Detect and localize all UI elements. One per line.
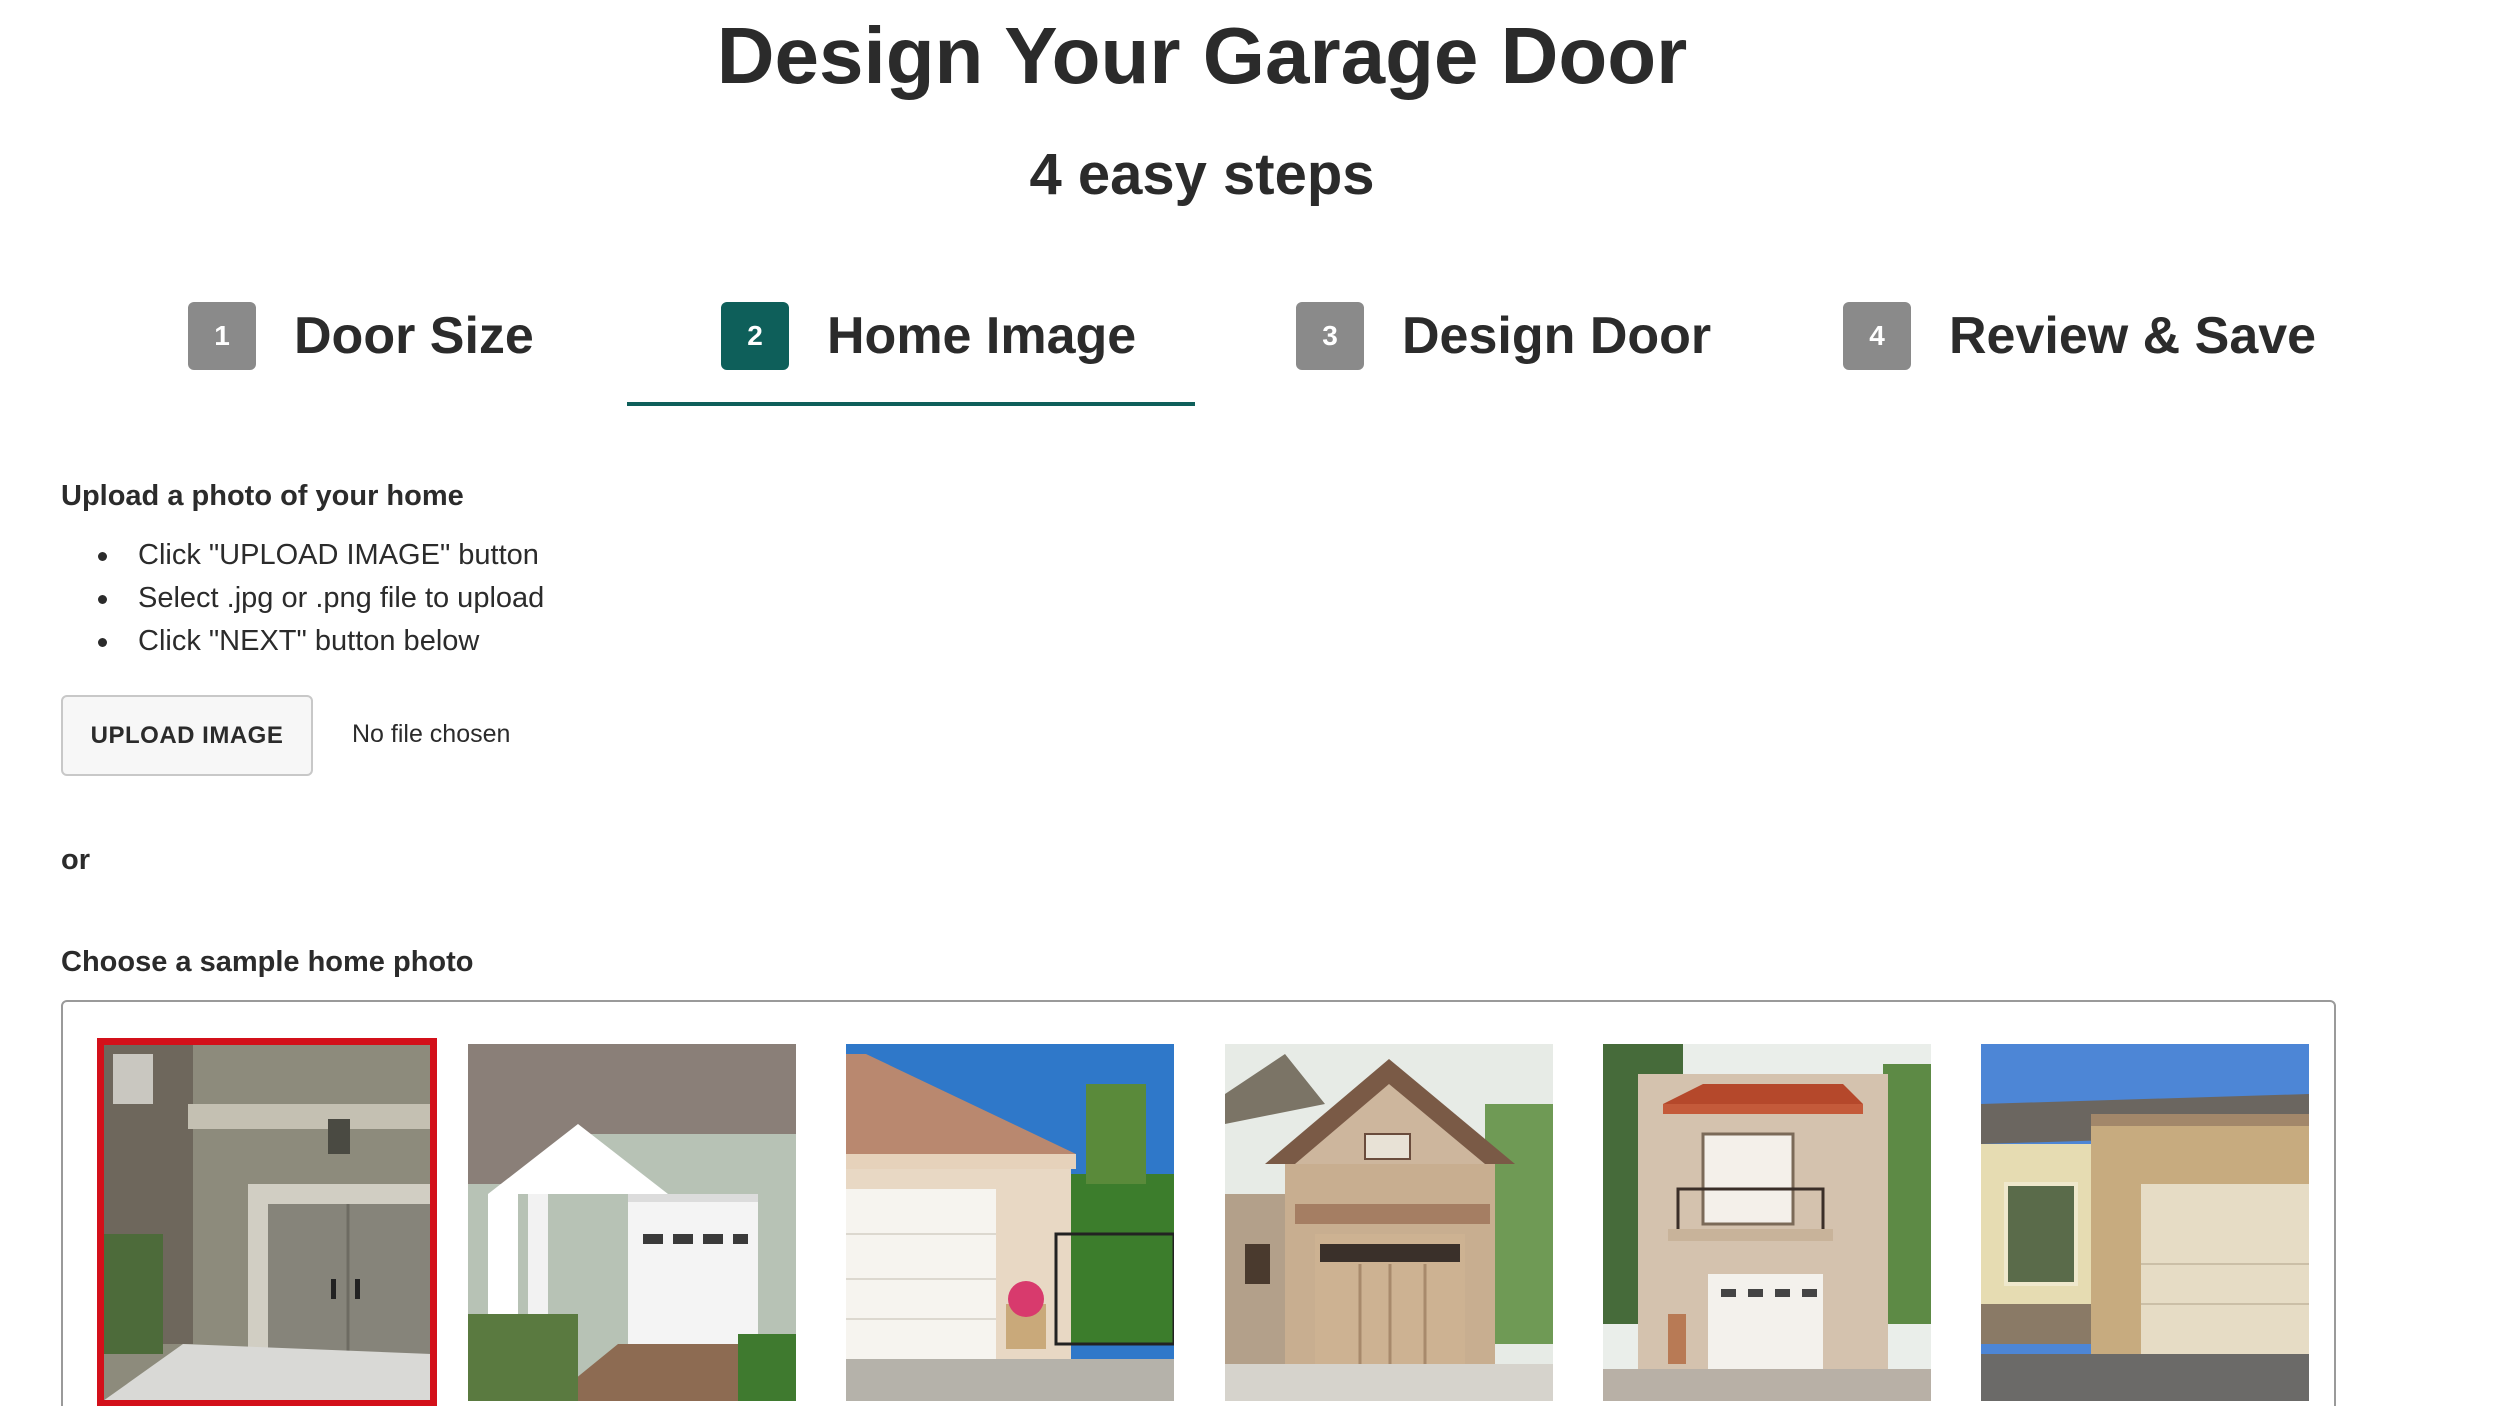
sample-photo-1[interactable] xyxy=(97,1038,437,1406)
upload-heading: Upload a photo of your home xyxy=(61,480,464,512)
house-image-icon xyxy=(1225,1044,1553,1401)
step-label: Review & Save xyxy=(1949,307,2317,365)
house-image-icon xyxy=(468,1044,796,1401)
house-image-icon xyxy=(1981,1044,2309,1401)
sample-photo-4[interactable] xyxy=(1225,1044,1553,1401)
house-image-icon xyxy=(103,1044,431,1401)
upload-image-button[interactable]: UPLOAD IMAGE xyxy=(61,695,313,776)
step-label: Home Image xyxy=(827,307,1137,365)
tab-review-save[interactable]: 4 Review & Save xyxy=(1843,290,2316,410)
step-number-badge: 3 xyxy=(1296,302,1364,370)
tab-home-image[interactable]: 2 Home Image xyxy=(721,290,1136,410)
step-number-badge: 4 xyxy=(1843,302,1911,370)
or-separator: or xyxy=(61,844,90,876)
sample-heading: Choose a sample home photo xyxy=(61,946,474,978)
step-label: Design Door xyxy=(1402,307,1712,365)
step-number-badge: 2 xyxy=(721,302,789,370)
upload-instructions: Click "UPLOAD IMAGE" button Select .jpg … xyxy=(98,534,544,663)
sample-photo-6[interactable] xyxy=(1981,1044,2309,1401)
sample-photo-3[interactable] xyxy=(846,1044,1174,1401)
instruction-item: Select .jpg or .png file to upload xyxy=(98,577,544,620)
instruction-item: Click "UPLOAD IMAGE" button xyxy=(98,534,544,577)
file-status-text: No file chosen xyxy=(352,720,511,748)
sample-photo-5[interactable] xyxy=(1603,1044,1931,1401)
active-tab-underline xyxy=(627,402,1195,406)
house-image-icon xyxy=(846,1044,1174,1401)
page-title: Design Your Garage Door xyxy=(716,11,1688,100)
tab-door-size[interactable]: 1 Door Size xyxy=(188,290,534,410)
instruction-item: Click "NEXT" button below xyxy=(98,620,544,663)
sample-photo-2[interactable] xyxy=(468,1044,796,1401)
page-subtitle: 4 easy steps xyxy=(1029,142,1375,207)
step-label: Door Size xyxy=(294,307,534,365)
step-number-badge: 1 xyxy=(188,302,256,370)
sample-photo-gallery xyxy=(61,1000,2336,1406)
house-image-icon xyxy=(1603,1044,1931,1401)
step-tabs: 1 Door Size 2 Home Image 3 Design Door 4… xyxy=(0,290,2404,410)
tab-design-door[interactable]: 3 Design Door xyxy=(1296,290,1711,410)
